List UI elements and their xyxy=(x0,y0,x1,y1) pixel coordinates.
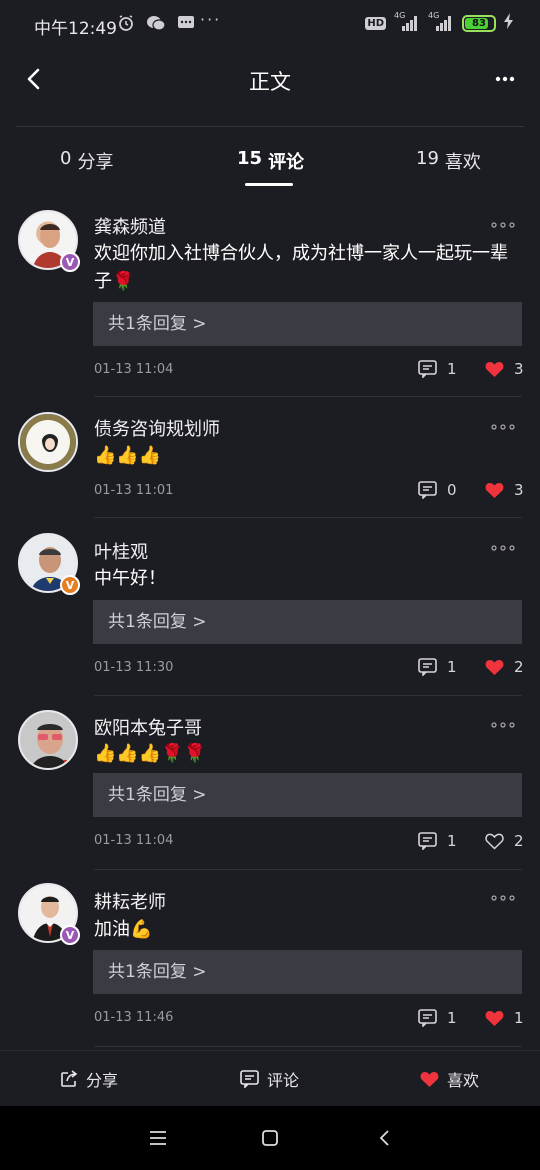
battery-indicator: 83 xyxy=(462,14,496,32)
comment-divider xyxy=(94,517,522,518)
reply-button[interactable]: 0 xyxy=(418,481,457,499)
comment-icon xyxy=(418,832,437,850)
comment-time: 01-13 11:04 xyxy=(94,362,174,377)
comment-text: 欢迎你加入社博合伙人，成为社博一家人一起玩一辈子🌹 xyxy=(94,243,508,292)
like-button[interactable]: 3 xyxy=(485,481,524,499)
header-divider xyxy=(16,126,524,127)
comment-action-button[interactable]: 评论 xyxy=(240,1067,299,1091)
comment-author[interactable]: 叶桂观 xyxy=(94,538,148,564)
comment-text: 中午好！ xyxy=(94,568,166,589)
verified-badge: V xyxy=(60,925,80,945)
comment-more-button[interactable] xyxy=(488,891,518,905)
comment-more-button[interactable] xyxy=(488,218,518,232)
avatar[interactable]: V xyxy=(18,210,80,272)
comment-time: 01-13 11:04 xyxy=(94,833,174,848)
tab-share[interactable]: 0 分享 xyxy=(60,148,113,174)
status-notification-icons xyxy=(116,13,196,33)
heart-filled-icon xyxy=(420,1071,439,1087)
comment-divider xyxy=(94,869,522,870)
comment-icon xyxy=(418,658,437,676)
view-replies-button[interactable]: 共1条回复 > xyxy=(93,950,522,994)
comment-more-button[interactable] xyxy=(488,541,518,555)
tab-bar: 0 分享 15 评论 19 喜欢 xyxy=(0,140,540,190)
charging-icon xyxy=(504,13,514,33)
comment-divider xyxy=(94,396,522,397)
comment-text: 加油💪 xyxy=(94,919,153,940)
reply-button[interactable]: 1 xyxy=(418,658,457,676)
comment-time: 01-13 11:46 xyxy=(94,1010,174,1025)
status-system-icons: HD 4G 4G 83 xyxy=(365,11,514,33)
like-button[interactable]: 1 xyxy=(485,1009,524,1027)
like-button[interactable]: 3 xyxy=(485,360,524,378)
tab-comments[interactable]: 15 评论 xyxy=(237,148,304,174)
heart-filled-icon xyxy=(485,361,504,377)
verified-badge: V xyxy=(60,252,80,272)
page-title: 正文 xyxy=(249,70,291,94)
avatar[interactable] xyxy=(18,710,80,772)
more-horizontal-icon xyxy=(491,545,515,551)
page-header: 正文 xyxy=(0,52,540,108)
comment-author[interactable]: 欧阳本兔子哥 xyxy=(94,714,202,740)
comment-more-button[interactable] xyxy=(488,420,518,434)
heart-outline-icon xyxy=(485,833,504,850)
view-replies-button[interactable]: 共1条回复 > xyxy=(93,302,522,346)
view-replies-button[interactable]: 共1条回复 > xyxy=(93,600,522,644)
more-horizontal-icon xyxy=(491,722,515,728)
comment-icon xyxy=(418,360,437,378)
like-action-button[interactable]: 喜欢 xyxy=(420,1067,479,1091)
reply-button[interactable]: 1 xyxy=(418,832,457,850)
more-button[interactable] xyxy=(490,66,520,92)
menu-icon xyxy=(150,1131,166,1145)
share-button[interactable]: 分享 xyxy=(60,1067,118,1091)
view-replies-button[interactable]: 共1条回复 > xyxy=(93,773,522,817)
comment-divider xyxy=(94,1046,522,1047)
comment-icon xyxy=(418,481,437,499)
like-button[interactable]: 2 xyxy=(485,658,524,676)
comment-divider xyxy=(94,695,522,696)
comment-more-button[interactable] xyxy=(488,718,518,732)
chevron-left-icon xyxy=(379,1130,389,1146)
bottom-action-bar: 分享 评论 喜欢 xyxy=(0,1050,540,1106)
wechat-icon xyxy=(146,13,166,33)
nav-back-button[interactable] xyxy=(370,1126,398,1150)
comment-author[interactable]: 耕耘老师 xyxy=(94,888,166,914)
more-horizontal-icon xyxy=(491,222,515,228)
menu-button[interactable] xyxy=(144,1126,172,1150)
status-bar: 中午12:49 ··· HD 4G 4G 83 xyxy=(0,0,540,50)
like-button[interactable]: 2 xyxy=(485,832,524,850)
heart-filled-icon xyxy=(485,482,504,498)
home-button[interactable] xyxy=(256,1126,284,1150)
comment-time: 01-13 11:30 xyxy=(94,660,174,675)
avatar[interactable]: V xyxy=(18,883,80,945)
comment-author[interactable]: 债务咨询规划师 xyxy=(94,415,220,441)
comment-time: 01-13 11:01 xyxy=(94,483,174,498)
share-icon xyxy=(61,1070,78,1087)
heart-filled-icon xyxy=(485,659,504,675)
system-nav-bar xyxy=(0,1106,540,1170)
avatar[interactable] xyxy=(18,412,80,474)
comment-text: 👍👍👍🌹🌹 xyxy=(94,743,207,764)
hd-icon: HD xyxy=(365,16,386,30)
verified-badge: V xyxy=(60,575,80,595)
avatar[interactable]: V xyxy=(18,533,80,595)
message-icon xyxy=(176,13,196,33)
more-horizontal-icon xyxy=(491,424,515,430)
reply-button[interactable]: 1 xyxy=(418,1009,457,1027)
reply-button[interactable]: 1 xyxy=(418,360,457,378)
comment-icon xyxy=(240,1070,259,1088)
status-more-indicator: ··· xyxy=(200,10,222,29)
alarm-icon xyxy=(116,13,136,33)
comment-icon xyxy=(418,1009,437,1027)
signal-icon: 4G xyxy=(394,11,420,32)
signal-icon-2: 4G xyxy=(428,11,454,32)
comment-author[interactable]: 龚森频道 xyxy=(94,213,166,239)
heart-filled-icon xyxy=(485,1010,504,1026)
tab-active-indicator xyxy=(245,183,293,186)
comment-text: 👍👍👍 xyxy=(94,445,162,466)
more-horizontal-icon xyxy=(491,895,515,901)
status-time: 中午12:49 xyxy=(34,19,117,39)
more-horizontal-icon xyxy=(495,76,515,82)
home-square-icon xyxy=(262,1130,278,1146)
tab-likes[interactable]: 19 喜欢 xyxy=(416,148,481,174)
